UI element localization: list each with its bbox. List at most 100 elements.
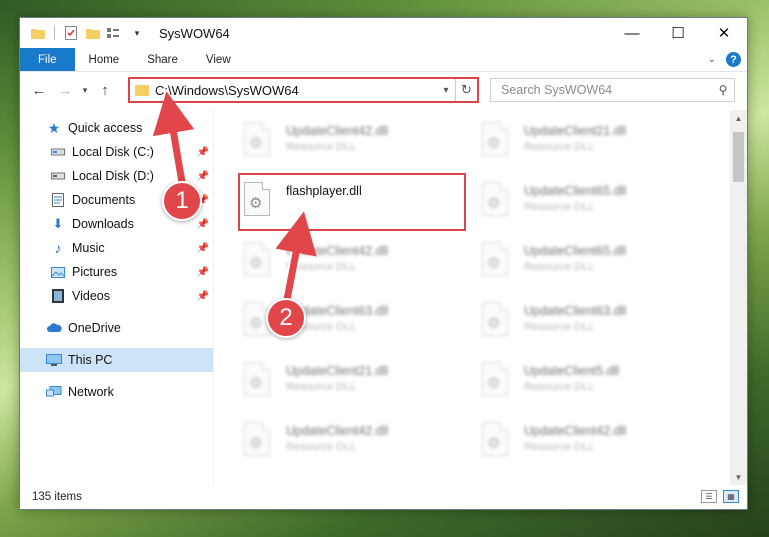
list-item[interactable]: ⚙ UpdateClient42.dll Resource DLL [242, 118, 472, 166]
pin-icon[interactable]: 📌 [197, 147, 209, 158]
folder-icon[interactable] [30, 25, 46, 41]
star-icon: ★ [47, 119, 61, 136]
list-item[interactable]: ⚙ UpdateClient42.dll Resource DLL [242, 238, 472, 286]
file-name: UpdateClient42.dll [286, 424, 389, 438]
list-item[interactable]: ⚙ UpdateClient21.dll Resource DLL [242, 358, 472, 406]
file-name: UpdateClient65.dll [524, 244, 627, 258]
sidebar-item-label: OneDrive [68, 321, 121, 335]
dll-file-icon: ⚙ [242, 422, 272, 460]
sidebar-item-label: Quick access [68, 121, 143, 135]
maximize-button[interactable]: ☐ [655, 18, 701, 48]
cloud-icon [46, 320, 62, 336]
minimize-button[interactable]: — [609, 18, 655, 48]
sidebar-item-local-disk-c[interactable]: Local Disk (C:) 📌 [20, 140, 213, 164]
list-item[interactable]: ⚙ UpdateClient42.dll Resource DLL [242, 418, 472, 466]
dll-file-icon: ⚙ [242, 122, 272, 160]
drive-icon [50, 168, 66, 184]
pin-icon[interactable]: 📌 [197, 219, 209, 230]
sidebar-item-videos[interactable]: Videos 📌 [20, 284, 213, 308]
chevron-down-icon[interactable]: ▾ [129, 25, 145, 41]
pin-icon[interactable]: 📌 [197, 243, 209, 254]
sidebar-item-this-pc[interactable]: This PC [20, 348, 213, 372]
computer-icon [46, 352, 62, 368]
file-name: UpdateClient65.dll [524, 184, 627, 198]
details-view-icon[interactable]: ☰ [701, 490, 717, 503]
explorer-body: ★ Quick access Local Disk (C:) 📌 Local D… [20, 110, 747, 485]
new-folder-icon[interactable] [85, 25, 101, 41]
sidebar-item-pictures[interactable]: Pictures 📌 [20, 260, 213, 284]
tab-view[interactable]: View [192, 48, 245, 71]
sidebar-item-label: Videos [72, 289, 110, 303]
documents-icon [50, 192, 66, 208]
list-item[interactable]: ⚙ UpdateClient65.dll Resource DLL [480, 238, 710, 286]
title-bar: ▾ SysWOW64 — ☐ ✕ [20, 18, 747, 48]
list-item[interactable]: ⚙ UpdateClient63.dll Resource DLL [480, 298, 710, 346]
list-item[interactable]: ⚙ UpdateClient42.dll Resource DLL [480, 418, 710, 466]
customize-toolbar-icon[interactable] [107, 25, 123, 41]
recent-locations-icon[interactable]: ▾ [78, 77, 92, 103]
sidebar-item-label: Downloads [72, 217, 134, 231]
search-input[interactable]: Search SysWOW64 [501, 83, 712, 97]
drive-icon [50, 144, 66, 160]
quick-access-toolbar: ▾ [30, 25, 145, 41]
back-arrow-icon[interactable]: ← [26, 77, 52, 103]
file-type: Resource DLL [286, 141, 357, 153]
list-item[interactable]: ⚙ UpdateClient21.dll Resource DLL [480, 118, 710, 166]
tab-share[interactable]: Share [133, 48, 192, 71]
item-count: 135 items [32, 491, 82, 503]
address-path[interactable]: C:\Windows\SysWOW64 [155, 83, 437, 98]
search-box[interactable]: Search SysWOW64 ⚲ [490, 78, 735, 102]
sidebar-item-label: Pictures [72, 265, 118, 279]
help-icon[interactable]: ? [726, 52, 741, 67]
file-name: UpdateClient42.dll [286, 244, 389, 258]
pictures-icon [50, 264, 66, 280]
close-button[interactable]: ✕ [701, 18, 747, 48]
pin-icon[interactable]: 📌 [197, 291, 209, 302]
file-name: UpdateClient21.dll [524, 124, 627, 138]
tab-file[interactable]: File [20, 48, 75, 71]
forward-arrow-icon[interactable]: → [52, 77, 78, 103]
folder-icon [135, 84, 149, 96]
file-name: UpdateClient42.dll [524, 424, 627, 438]
scroll-down-icon[interactable]: ▼ [730, 469, 747, 485]
pin-icon[interactable]: 📌 [197, 171, 209, 182]
window-controls: — ☐ ✕ [609, 18, 747, 48]
toolbar-divider [54, 26, 55, 40]
dll-file-icon: ⚙ [480, 242, 510, 280]
file-name: UpdateClient42.dll [286, 124, 389, 138]
vertical-scrollbar[interactable]: ▲ ▼ [730, 110, 747, 485]
sidebar-item-quick-access[interactable]: ★ Quick access [20, 116, 213, 140]
step-badge-2: 2 [266, 298, 306, 338]
search-icon[interactable]: ⚲ [712, 83, 734, 97]
music-icon: ♪ [54, 240, 62, 256]
refresh-icon[interactable]: ↻ [455, 79, 477, 101]
network-icon [46, 384, 62, 400]
tab-home[interactable]: Home [75, 48, 134, 71]
scroll-thumb[interactable] [733, 132, 744, 182]
navigation-pane: ★ Quick access Local Disk (C:) 📌 Local D… [20, 110, 214, 485]
status-bar: 135 items ☰ ▦ [20, 485, 747, 509]
properties-icon[interactable] [63, 25, 79, 41]
sidebar-item-music[interactable]: ♪ Music 📌 [20, 236, 213, 260]
explorer-window: ▾ SysWOW64 — ☐ ✕ File Home Share View ⌄ … [19, 17, 748, 510]
sidebar-item-onedrive[interactable]: OneDrive [20, 316, 213, 340]
dll-file-icon: ⚙ [242, 362, 272, 400]
expand-ribbon-icon[interactable]: ⌄ [708, 54, 716, 65]
scroll-up-icon[interactable]: ▲ [730, 110, 747, 126]
list-item[interactable]: ⚙ UpdateClient65.dll Resource DLL [480, 178, 710, 226]
pin-icon[interactable]: 📌 [197, 267, 209, 278]
dll-file-icon: ⚙ [242, 242, 272, 280]
file-type: Resource DLL [524, 201, 595, 213]
chevron-down-icon[interactable]: ▾ [437, 85, 455, 96]
file-name: UpdateClient63.dll [524, 304, 627, 318]
sidebar-item-label: Local Disk (C:) [72, 145, 154, 159]
dll-file-icon: ⚙ [480, 362, 510, 400]
tiles-view-icon[interactable]: ▦ [723, 490, 739, 503]
videos-icon [50, 288, 66, 304]
list-item[interactable]: ⚙ UpdateClient5.dll Resource DLL [480, 358, 710, 406]
sidebar-item-label: This PC [68, 353, 113, 367]
up-arrow-icon[interactable]: ↑ [92, 77, 118, 103]
address-row: ← → ▾ ↑ C:\Windows\SysWOW64 ▾ ↻ Search S… [20, 72, 747, 108]
address-bar[interactable]: C:\Windows\SysWOW64 ▾ ↻ [128, 77, 479, 103]
sidebar-item-network[interactable]: Network [20, 380, 213, 404]
